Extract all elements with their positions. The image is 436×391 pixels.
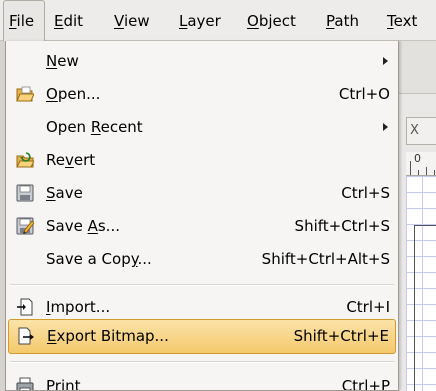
menu-separator: [10, 284, 394, 286]
menu-text-label: ext: [393, 12, 418, 30]
save-as-icon: [16, 217, 35, 235]
open-folder-icon: [16, 85, 35, 103]
toolbar-strip: [398, 41, 436, 94]
menu-object-mnemonic: O: [247, 12, 259, 30]
menu-text[interactable]: Text: [382, 0, 422, 41]
menu-item-revert[interactable]: Revert: [6, 143, 398, 178]
horizontal-ruler: [406, 152, 436, 176]
save-icon: [16, 184, 34, 202]
submenu-arrow-icon: [383, 57, 388, 65]
menu-view-mnemonic: V: [114, 12, 124, 30]
ruler-tick: [426, 167, 427, 175]
menu-item-label: Revert: [46, 151, 96, 169]
ruler-tick: [418, 170, 419, 175]
menu-item-label: Open...: [46, 85, 101, 103]
menu-path[interactable]: Path: [321, 0, 364, 41]
menu-file-mnemonic: F: [9, 12, 17, 30]
menu-item-label: Print: [46, 377, 81, 391]
menu-item-label: Save a Copy...: [46, 250, 152, 268]
menu-text-mnemonic: T: [387, 12, 394, 30]
menu-file[interactable]: File: [3, 0, 45, 41]
submenu-arrow-icon: [383, 123, 388, 131]
menu-item-shortcut: Ctrl+S: [341, 184, 390, 202]
menu-item-save[interactable]: Save Ctrl+S: [6, 176, 398, 211]
ruler-tick: [434, 170, 435, 175]
menu-item-label: Open Recent: [46, 118, 143, 136]
menu-item-label: Export Bitmap...: [47, 327, 169, 345]
menu-item-label: Save As...: [46, 217, 120, 235]
menu-layer[interactable]: Layer: [174, 0, 226, 41]
x-coordinate-field[interactable]: X: [406, 117, 436, 145]
import-icon: [16, 298, 34, 316]
menu-item-save-as[interactable]: Save As... Shift+Ctrl+S: [6, 209, 398, 244]
menu-item-shortcut: Ctrl+I: [346, 298, 390, 316]
menu-item-save-a-copy[interactable]: Save a Copy... Shift+Ctrl+Alt+S: [6, 242, 398, 277]
x-field-label: X: [410, 123, 419, 138]
menu-item-shortcut: Shift+Ctrl+S: [294, 217, 390, 235]
export-icon: [17, 327, 35, 345]
ruler-tick: [410, 161, 411, 175]
menu-path-label: ath: [334, 12, 359, 30]
menu-edit[interactable]: Edit: [49, 0, 88, 41]
menu-object[interactable]: Object: [242, 0, 301, 41]
menu-view-label: iew: [123, 12, 150, 30]
ruler-number: 0: [414, 152, 421, 165]
revert-icon: [16, 151, 35, 169]
menu-view[interactable]: View: [109, 0, 155, 41]
menu-object-label: bject: [258, 12, 296, 30]
printer-icon: [16, 377, 34, 390]
menu-item-new[interactable]: New: [6, 44, 398, 79]
menu-item-label: Import...: [46, 298, 111, 316]
menu-item-shortcut: Ctrl+P: [341, 377, 390, 391]
menu-item-shortcut: Shift+Ctrl+Alt+S: [261, 250, 390, 268]
menu-layer-label: ayer: [187, 12, 221, 30]
menu-item-export-bitmap[interactable]: Export Bitmap... Shift+Ctrl+E: [8, 319, 396, 354]
menu-edit-label: dit: [63, 12, 84, 30]
menu-item-open[interactable]: Open... Ctrl+O: [6, 77, 398, 112]
menubar: File Edit View Layer Object Path Text: [0, 0, 436, 41]
menu-item-label: New: [46, 52, 79, 70]
page-border: [414, 225, 436, 391]
menu-file-label: ile: [16, 12, 35, 30]
menu-separator: [10, 361, 394, 363]
menu-item-label: Save: [46, 184, 83, 202]
menu-item-open-recent[interactable]: Open Recent: [6, 110, 398, 145]
menu-item-shortcut: Shift+Ctrl+E: [293, 327, 389, 345]
menu-item-shortcut: Ctrl+O: [338, 85, 390, 103]
menu-item-print[interactable]: Print Ctrl+P: [6, 369, 398, 391]
file-menu: New Open... Ctrl+O Open Recent Revert Sa…: [5, 41, 399, 391]
